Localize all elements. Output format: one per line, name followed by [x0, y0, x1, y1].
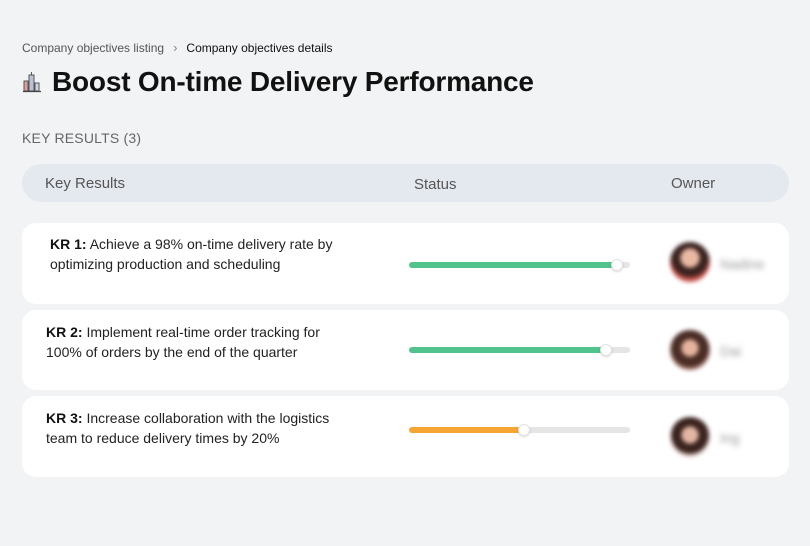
key-result-row[interactable]: KR 1: Achieve a 98% on-time delivery rat…	[22, 223, 789, 304]
owner-avatar	[670, 242, 710, 282]
column-header-status: Status	[414, 176, 457, 193]
owner-avatar	[670, 417, 710, 457]
table-header: Key Results Status Owner	[22, 164, 789, 202]
key-result-text: Implement real-time order tracking for 1…	[46, 324, 320, 360]
key-result-text: Increase collaboration with the logistic…	[46, 410, 330, 446]
key-result-row[interactable]: KR 3: Increase collaboration with the lo…	[22, 396, 789, 477]
progress-handle	[611, 259, 623, 271]
breadcrumb-link-objectives-listing[interactable]: Company objectives listing	[22, 41, 164, 55]
key-result-description: KR 3: Increase collaboration with the lo…	[46, 408, 356, 448]
key-result-number: KR 1:	[50, 236, 87, 252]
page: Company objectives listing › Company obj…	[0, 0, 810, 546]
status-progress-bar	[409, 424, 630, 436]
progress-fill	[409, 262, 617, 268]
key-result-text: Achieve a 98% on-time delivery rate by o…	[50, 236, 333, 272]
key-result-description: KR 2: Implement real-time order tracking…	[46, 322, 356, 362]
progress-handle	[518, 424, 530, 436]
progress-handle	[600, 344, 612, 356]
title-row: Boost On-time Delivery Performance	[22, 66, 534, 98]
key-result-number: KR 3:	[46, 410, 83, 426]
key-result-row[interactable]: KR 2: Implement real-time order tracking…	[22, 310, 789, 390]
progress-fill	[409, 427, 524, 433]
progress-fill	[409, 347, 606, 353]
owner-avatar	[670, 330, 710, 370]
column-header-key-results: Key Results	[45, 175, 126, 192]
breadcrumb: Company objectives listing › Company obj…	[22, 40, 333, 55]
key-result-description: KR 1: Achieve a 98% on-time delivery rat…	[50, 234, 360, 274]
page-title: Boost On-time Delivery Performance	[52, 66, 534, 97]
owner-name: Dai	[720, 343, 742, 359]
key-results-count-label: KEY RESULTS (3)	[22, 130, 142, 146]
owner-name: Nadine	[720, 256, 765, 272]
owner-name: Ing	[720, 430, 740, 446]
column-header-owner: Owner	[671, 175, 716, 192]
breadcrumb-current: Company objectives details	[186, 40, 333, 55]
building-chart-icon	[23, 72, 41, 93]
key-result-number: KR 2:	[46, 324, 83, 340]
status-progress-bar	[409, 259, 630, 271]
status-progress-bar	[409, 344, 630, 356]
breadcrumb-separator-icon: ›	[173, 40, 178, 55]
